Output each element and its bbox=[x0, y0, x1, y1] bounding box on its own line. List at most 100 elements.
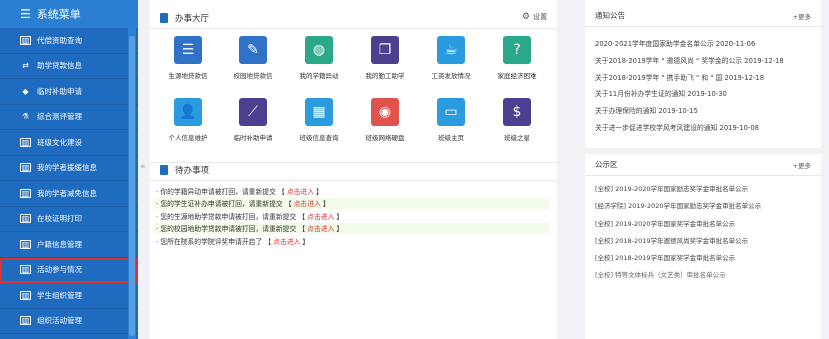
sidebar-item-label: 我的学者减免信息 bbox=[37, 188, 97, 198]
sidebar-item-label: 户籍信息管理 bbox=[37, 239, 82, 249]
scrollbar-thumb[interactable] bbox=[129, 36, 135, 336]
divider bbox=[150, 162, 557, 163]
right-panel: 通知公告 +更多 2020-2021学年度国家助学金名单公示 2020-11-0… bbox=[585, 0, 821, 339]
public-item-link[interactable]: [全校] 2018-2019学年国家奖学金审批名单公示 bbox=[595, 252, 817, 263]
sidebar-item[interactable]: ▥ 我的学者减免信息 bbox=[0, 181, 138, 207]
tag-icon: ◆ bbox=[22, 86, 29, 96]
service-tile[interactable]: $ 班级之星 bbox=[487, 98, 547, 142]
notice-item-link[interactable]: 关于进一步促进学校学风考风建设的通知 2019-10-08 bbox=[595, 122, 817, 133]
service-tile[interactable]: ❐ 我的勤工助学 bbox=[355, 36, 415, 80]
sidebar-item[interactable]: ▥ 代偿资助查询 bbox=[0, 28, 138, 54]
service-tile[interactable]: ◉ 班级网络硬盘 bbox=[355, 98, 415, 142]
window-icon: ▭ bbox=[437, 98, 465, 126]
chart-box-icon: ▥ bbox=[20, 137, 31, 147]
chart-box-icon: ▥ bbox=[20, 35, 31, 45]
eye-icon: ◉ bbox=[371, 98, 399, 126]
notice-item-link[interactable]: 关于11月份补办学生证的通知 2019-10-30 bbox=[595, 88, 817, 99]
todo-text: · 您的学生证补办申请被打回，请重新提交 【 bbox=[156, 200, 292, 208]
sidebar-item[interactable]: ⚗ 综合测评管理 bbox=[0, 105, 138, 130]
notice-item-link[interactable]: 关于2018-2019学年 " 邀德风尚 " 奖学金的公示 2019-12-18 bbox=[595, 55, 817, 66]
sidebar-item[interactable]: ▥ 活动参与情况 bbox=[0, 257, 138, 283]
sidebar-item[interactable]: ▥ 学生组织管理 bbox=[0, 283, 138, 309]
sidebar-item-label: 我的学者援缓信息 bbox=[37, 163, 97, 173]
divider bbox=[150, 28, 557, 29]
todo-enter-link[interactable]: 点击进入 bbox=[294, 198, 321, 208]
todo-bracket-end: 】 bbox=[316, 187, 323, 196]
service-tile-label: 班级信息查询 bbox=[299, 134, 339, 142]
settings-button[interactable]: ⚙ 设置 bbox=[522, 12, 547, 22]
hamburger-menu-icon[interactable]: ☰ bbox=[20, 7, 31, 21]
todo-bracket-end: 】 bbox=[322, 200, 330, 208]
chart-box-icon: ▥ bbox=[20, 265, 31, 275]
todo-header: 待办事项 bbox=[160, 164, 209, 176]
public-item-link[interactable]: [全校] 2019-2020学年国家励志奖学金审批名单公示 bbox=[595, 183, 817, 194]
service-tile-label: 工资发放情况 bbox=[431, 72, 471, 80]
sidebar-item[interactable]: ▥ 在校证明打印 bbox=[0, 207, 138, 232]
todo-item: · 您的学生证补办申请被打回，请重新提交 【点击进入】 bbox=[154, 197, 549, 209]
notice-item-link[interactable]: 关于2018-2019学年 " 携手助飞 " 和 " 国 2019-12-18 bbox=[595, 72, 817, 83]
sidebar-item[interactable]: ⇄ 助学贷款信息 bbox=[0, 54, 138, 79]
todo-item: · 你的学籍异动申请被打回，请重新提交 【点击进入】 bbox=[154, 185, 549, 196]
service-tile[interactable]: ? 家庭经济困难 bbox=[487, 36, 547, 80]
sidebar-item[interactable]: ▥ 班级文化建设 bbox=[0, 130, 138, 156]
service-tile[interactable]: ☕ 工资发放情况 bbox=[421, 36, 481, 80]
service-tile[interactable]: ☰ 生源地贷款信 bbox=[158, 36, 218, 80]
public-more-link[interactable]: +更多 bbox=[793, 160, 811, 170]
money-bag-icon: $ bbox=[503, 98, 531, 126]
todo-item: · 您的生源地助学贷款申请被打回，请重新提交 【点击进入】 bbox=[154, 210, 549, 221]
service-tile-label: 我的勤工助学 bbox=[365, 72, 405, 80]
user-icon: 👤 bbox=[174, 98, 202, 126]
divider bbox=[150, 180, 557, 181]
chart-box-icon: ▥ bbox=[20, 316, 31, 326]
notices-title: 通知公告 bbox=[595, 11, 625, 20]
sidebar: ☰ 系统菜单 ▥ 代偿资助查询 ⇄ 助学贷款信息 ◆ 临时补助申请 ⚗ 综合测评管理 ▥ 班级文化… bbox=[0, 0, 138, 339]
public-item-link[interactable]: [经济学院] 2019-2020学年国家励志奖学金审批名单公示 bbox=[595, 200, 817, 211]
service-tile[interactable]: ▦ 班级信息查询 bbox=[289, 98, 349, 142]
service-tile[interactable]: ▭ 班级主页 bbox=[421, 98, 481, 142]
todo-bracket-end: 】 bbox=[302, 237, 310, 246]
chart-box-icon: ▥ bbox=[20, 290, 31, 300]
service-tile-label: 班级之星 bbox=[504, 134, 530, 142]
public-header: 公示区 +更多 bbox=[585, 154, 821, 176]
service-tile[interactable]: 👤 个人信息维护 bbox=[158, 98, 218, 142]
todo-enter-link[interactable]: 点击进入 bbox=[273, 236, 300, 246]
sidebar-item[interactable]: ▥ 组织活动管理 bbox=[0, 309, 138, 334]
chart-box-icon: ▥ bbox=[20, 239, 31, 249]
sidebar-item[interactable]: ▥ 户籍信息管理 bbox=[0, 232, 138, 258]
notice-item-link[interactable]: 2020-2021学年度国家助学金名单公示 2020-11-06 bbox=[595, 38, 817, 49]
notices-more-link[interactable]: +更多 bbox=[793, 11, 811, 21]
service-tile[interactable]: ✎ 校园地贷款信 bbox=[223, 36, 283, 80]
panel-separator bbox=[585, 148, 821, 154]
todo-enter-link[interactable]: 点击进入 bbox=[307, 211, 334, 221]
main-panel: 办事大厅 ⚙ 设置 ☰ 生源地贷款信 ✎ 校园地贷款信 ◍ 我的学籍异动 ❐ 我的勤工助学 ☕ 工… bbox=[150, 0, 557, 339]
office-hall-header: 办事大厅 bbox=[160, 12, 209, 24]
todo-title: 待办事项 bbox=[175, 166, 210, 176]
document-list-icon: ☰ bbox=[174, 36, 202, 64]
service-tile[interactable]: ◍ 我的学籍异动 bbox=[289, 36, 349, 80]
sidebar-item[interactable]: ▥ 我的学者援缓信息 bbox=[0, 156, 138, 181]
public-item-link[interactable]: [全校] 特等文体标兵（文艺类）审批名单公示 bbox=[595, 269, 817, 280]
service-tile-label: 校园地贷款信 bbox=[233, 72, 273, 80]
office-hall-title: 办事大厅 bbox=[175, 14, 210, 24]
app-root: ☰ 系统菜单 ▥ 代偿资助查询 ⇄ 助学贷款信息 ◆ 临时补助申请 ⚗ 综合测评管理 ▥ 班级文化… bbox=[0, 0, 829, 339]
todo-item: · 您所在院系的学院评奖申请开启了 【点击进入】 bbox=[154, 235, 549, 246]
todo-enter-link[interactable]: 点击进入 bbox=[287, 186, 314, 196]
todo-text: · 你的学籍异动申请被打回，请重新提交 【 bbox=[156, 187, 285, 196]
public-item-link[interactable]: [全校] 2019-2020学年国家奖学金审批名单公示 bbox=[595, 218, 817, 229]
sidebar-item[interactable]: ◆ 临时补助申请 bbox=[0, 79, 138, 105]
sidebar-scrollbar[interactable] bbox=[128, 28, 136, 339]
notice-item-link[interactable]: 关于办理保险的通知 2019-10-15 bbox=[595, 105, 817, 116]
sidebar-header[interactable]: ☰ 系统菜单 bbox=[0, 0, 138, 28]
sidebar-item-label: 临时补助申请 bbox=[37, 86, 82, 96]
collapse-sidebar-icon[interactable]: « bbox=[140, 162, 146, 172]
todo-enter-link[interactable]: 点击进入 bbox=[307, 223, 334, 233]
sidebar-item-label: 组织活动管理 bbox=[37, 316, 82, 326]
sidebar-title: 系统菜单 bbox=[36, 8, 81, 21]
todo-text: · 您的生源地助学贷款申请被打回，请重新提交 【 bbox=[156, 212, 306, 221]
public-title: 公示区 bbox=[595, 160, 618, 169]
chart-box-icon: ▥ bbox=[20, 188, 31, 198]
service-tile-label: 家庭经济困难 bbox=[497, 72, 537, 80]
public-item-link[interactable]: [全校] 2018-2019学年邀德风尚奖学金审批名单公示 bbox=[595, 235, 817, 246]
service-tile[interactable]: ⟋ 临时补助申请 bbox=[223, 98, 283, 142]
flask-icon: ⚗ bbox=[21, 112, 30, 122]
